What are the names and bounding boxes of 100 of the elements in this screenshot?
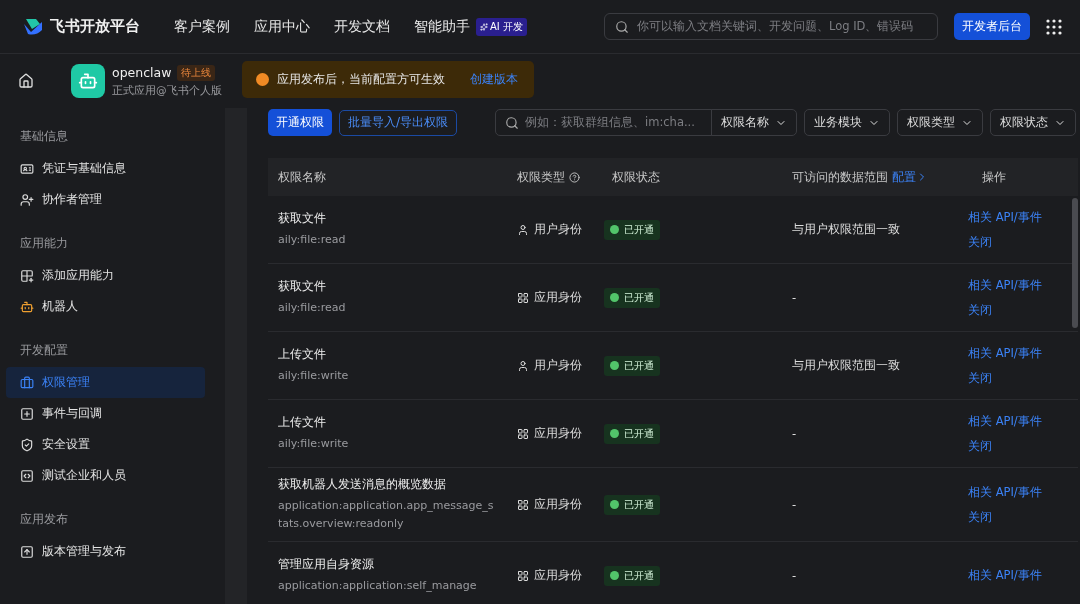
identity-type: 应用身份: [507, 290, 602, 305]
status-badge: 已开通: [604, 287, 660, 308]
menu-icon: [20, 375, 34, 390]
filter-dropdown[interactable]: 权限名称: [711, 109, 797, 136]
menu-icon: [20, 299, 34, 314]
action-link[interactable]: 关闭: [968, 370, 992, 386]
search-icon: [505, 115, 519, 130]
action-link[interactable]: 相关 API/事件: [968, 484, 1042, 500]
section-title: 应用发布: [19, 511, 69, 528]
apps-grid-icon[interactable]: [1046, 18, 1062, 35]
column-header: 操作: [981, 169, 1007, 185]
search-field[interactable]: 你可以输入文档关键词、开发问题、Log ID、错误码: [604, 13, 938, 40]
action-link[interactable]: 相关 API/事件: [968, 277, 1042, 293]
action-link[interactable]: 关闭: [968, 509, 992, 525]
filter-dropdown[interactable]: 权限状态: [990, 109, 1076, 136]
create-version-link[interactable]: 创建版本: [470, 72, 518, 87]
permission-name: 获取文件: [278, 210, 327, 227]
sidebar-item[interactable]: 权限管理: [6, 367, 205, 398]
permission-name: 获取机器人发送消息的概览数据: [278, 476, 447, 493]
filter-dropdown[interactable]: 权限类型: [897, 109, 983, 136]
permission-scope: aily:file:write: [278, 368, 350, 384]
data-range: 与用户权限范围一致: [791, 358, 901, 373]
identity-type: 应用身份: [507, 426, 602, 441]
data-range: -: [791, 290, 798, 305]
action-link[interactable]: 相关 API/事件: [968, 345, 1042, 361]
logo-icon: [22, 17, 44, 36]
menu-icon: [20, 437, 34, 452]
user-icon: [517, 223, 529, 236]
action-link[interactable]: 相关 API/事件: [968, 568, 1042, 583]
data-range: 与用户权限范围一致: [791, 222, 901, 237]
permission-name: 获取文件: [278, 278, 327, 295]
menu-icon: [20, 268, 34, 283]
enable-permission-button[interactable]: 开通权限: [268, 109, 332, 136]
menu-icon: [20, 468, 34, 483]
action-link[interactable]: 关闭: [968, 234, 992, 250]
status-badge: 已开通: [604, 219, 660, 240]
home-icon[interactable]: [18, 73, 34, 89]
sidebar-item[interactable]: 机器人: [6, 291, 205, 322]
search-icon: [615, 19, 629, 34]
action-link[interactable]: 关闭: [968, 302, 992, 318]
grid-icon: [517, 498, 529, 511]
app-name: openclaw: [112, 65, 172, 80]
logo-text: 飞书开放平台: [50, 17, 140, 36]
permission-scope: application:application:self_manage: [278, 578, 478, 594]
identity-type: 用户身份: [507, 358, 602, 373]
action-link[interactable]: 相关 API/事件: [968, 413, 1042, 429]
app-subtitle: 正式应用@飞书个人版: [112, 83, 222, 98]
action-link[interactable]: 关闭: [968, 438, 992, 454]
identity-type: 应用身份: [507, 497, 602, 512]
action-link[interactable]: 相关 API/事件: [968, 209, 1042, 225]
permission-scope: aily:file:read: [278, 232, 347, 248]
filter-dropdown[interactable]: 业务模块: [804, 109, 890, 136]
section-title: 应用能力: [19, 235, 69, 252]
sidebar-item[interactable]: 安全设置: [6, 429, 205, 460]
nav-link[interactable]: 智能助手 AI 开发: [414, 17, 527, 36]
status-badge: 已开通: [604, 423, 660, 444]
status-badge: 已开通: [604, 565, 660, 586]
section-title: 开发配置: [19, 342, 69, 359]
status-tag: 待上线: [177, 64, 216, 81]
help-icon[interactable]: [569, 171, 580, 183]
app-icon: [71, 64, 105, 98]
search-field[interactable]: 例如：获取群组信息、im:cha...: [495, 109, 712, 136]
user-icon: [517, 359, 529, 372]
menu-icon: [20, 544, 34, 559]
permission-scope: application:application.app_message_stats.overview:readonly: [278, 498, 495, 532]
column-header: 可访问的数据范围 配置: [782, 169, 968, 185]
column-header: 权限状态: [611, 169, 661, 185]
sidebar-item[interactable]: 凭证与基础信息: [6, 153, 205, 184]
data-range: -: [791, 568, 798, 583]
data-range: -: [791, 497, 798, 512]
grid-icon: [517, 569, 529, 582]
menu-icon: [20, 161, 34, 176]
nav-link[interactable]: 应用中心: [254, 17, 310, 36]
import-export-button[interactable]: 批量导入/导出权限: [339, 109, 458, 136]
menu-icon: [20, 406, 34, 421]
ai-badge: AI 开发: [476, 17, 527, 36]
section-title: 基础信息: [19, 128, 69, 145]
sidebar-item[interactable]: 协作者管理: [6, 184, 205, 215]
notice-text: 应用发布后，当前配置方可生效: [277, 72, 445, 87]
identity-type: 用户身份: [507, 222, 602, 237]
permission-name: 上传文件: [278, 414, 327, 431]
configure-link[interactable]: 配置: [892, 169, 928, 185]
grid-icon: [517, 427, 529, 440]
status-badge: 已开通: [604, 494, 660, 515]
nav-link[interactable]: 开发文档: [334, 17, 390, 36]
grid-icon: [517, 291, 529, 304]
sidebar-item[interactable]: 测试企业和人员: [6, 460, 205, 491]
sidebar-item[interactable]: 事件与回调: [6, 398, 205, 429]
permission-scope: aily:file:read: [278, 300, 347, 316]
identity-type: 应用身份: [507, 568, 602, 583]
permission-name: 上传文件: [278, 346, 327, 363]
status-badge: 已开通: [604, 355, 660, 376]
sidebar-item[interactable]: 添加应用能力: [6, 260, 205, 291]
permission-name: 管理应用自身资源: [278, 556, 375, 573]
console-button[interactable]: 开发者后台: [954, 13, 1030, 40]
sidebar-item[interactable]: 版本管理与发布: [6, 536, 205, 567]
menu-icon: [20, 192, 34, 207]
nav-link[interactable]: 客户案例: [174, 17, 230, 36]
column-header: 权限类型: [507, 169, 602, 185]
data-range: -: [791, 426, 798, 441]
